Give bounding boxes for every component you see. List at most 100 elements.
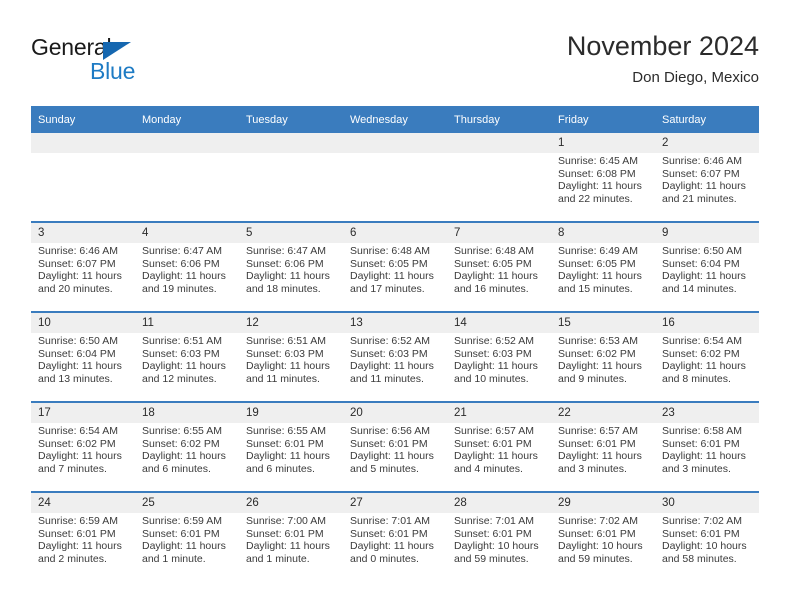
day-sun-info: Sunrise: 6:52 AM Sunset: 6:03 PM Daylight:… [343,333,447,385]
sunrise-time: Sunrise: 6:54 AM [38,425,118,437]
calendar-week-row: 10 Sunrise: 6:50 AM Sunset: 6:04 PM Dayligh… [31,311,759,402]
daylight-duration-line1: Daylight: 11 hours [246,270,330,283]
daylight-duration-line1: Daylight: 11 hours [558,270,642,283]
calendar-day-cell [135,133,239,222]
day-cell[interactable]: 9 Sunrise: 6:50 AM Sunset: 6:04 PM Daylight… [655,223,759,311]
daylight-duration-line1: Daylight: 11 hours [38,450,122,463]
calendar-week-row: 1 Sunrise: 6:45 AM Sunset: 6:08 PM Daylight… [31,133,759,222]
day-sun-info: Sunrise: 7:02 AM Sunset: 6:01 PM Daylight:… [655,513,759,565]
sunset-time: Sunset: 6:08 PM [558,167,636,180]
day-cell[interactable]: 22 Sunrise: 6:57 AM Sunset: 6:01 PM Dayligh… [551,403,655,491]
sunrise-time: Sunrise: 6:51 AM [142,335,222,347]
day-cell[interactable]: 24 Sunrise: 6:59 AM Sunset: 6:01 PM Dayligh… [31,493,135,581]
sunset-time: Sunset: 6:01 PM [350,437,428,450]
daylight-duration-line2: and 59 minutes. [454,552,529,565]
weekday-header-tuesday: Tuesday [239,106,343,133]
day-cell[interactable]: 12 Sunrise: 6:51 AM Sunset: 6:03 PM Dayligh… [239,313,343,401]
sunrise-time: Sunrise: 6:56 AM [350,425,430,437]
day-number: 13 [343,313,447,333]
daylight-duration-line2: and 8 minutes. [662,372,731,385]
day-cell[interactable]: 21 Sunrise: 6:57 AM Sunset: 6:01 PM Dayligh… [447,403,551,491]
page-title: November 2024 [566,31,759,61]
day-cell[interactable]: 26 Sunrise: 7:00 AM Sunset: 6:01 PM Dayligh… [239,493,343,581]
day-number: 26 [239,493,343,513]
day-cell[interactable]: 23 Sunrise: 6:58 AM Sunset: 6:01 PM Dayligh… [655,403,759,491]
sunset-time: Sunset: 6:01 PM [558,437,636,450]
day-cell[interactable]: 8 Sunrise: 6:49 AM Sunset: 6:05 PM Daylight… [551,223,655,311]
daylight-duration-line1: Daylight: 11 hours [38,360,122,373]
sunset-time: Sunset: 6:03 PM [246,347,324,360]
sunset-time: Sunset: 6:02 PM [142,437,220,450]
day-cell[interactable]: 27 Sunrise: 7:01 AM Sunset: 6:01 PM Dayligh… [343,493,447,581]
day-cell[interactable]: 11 Sunrise: 6:51 AM Sunset: 6:03 PM Dayligh… [135,313,239,401]
daylight-duration-line1: Daylight: 11 hours [662,270,746,283]
day-cell[interactable]: 2 Sunrise: 6:46 AM Sunset: 6:07 PM Daylight… [655,133,759,221]
day-sun-info: Sunrise: 6:56 AM Sunset: 6:01 PM Daylight:… [343,423,447,475]
calendar-day-cell: 4 Sunrise: 6:47 AM Sunset: 6:06 PM Daylight… [135,221,239,312]
day-cell[interactable]: 19 Sunrise: 6:55 AM Sunset: 6:01 PM Dayligh… [239,403,343,491]
day-sun-info: Sunrise: 6:51 AM Sunset: 6:03 PM Daylight:… [135,333,239,385]
calendar-day-cell: 29 Sunrise: 7:02 AM Sunset: 6:01 PM Dayligh… [551,491,655,581]
daylight-duration-line1: Daylight: 11 hours [38,270,122,283]
day-cell[interactable]: 25 Sunrise: 6:59 AM Sunset: 6:01 PM Dayligh… [135,493,239,581]
daylight-duration-line2: and 58 minutes. [662,552,737,565]
daylight-duration-line2: and 11 minutes. [350,372,424,385]
calendar-day-cell: 17 Sunrise: 6:54 AM Sunset: 6:02 PM Dayligh… [31,401,135,492]
calendar-day-cell: 11 Sunrise: 6:51 AM Sunset: 6:03 PM Dayligh… [135,311,239,402]
daylight-duration-line1: Daylight: 11 hours [350,540,434,553]
day-cell[interactable]: 14 Sunrise: 6:52 AM Sunset: 6:03 PM Dayligh… [447,313,551,401]
daylight-duration-line2: and 7 minutes. [38,462,107,475]
day-cell[interactable]: 3 Sunrise: 6:46 AM Sunset: 6:07 PM Daylight… [31,223,135,311]
day-sun-info: Sunrise: 6:59 AM Sunset: 6:01 PM Daylight:… [31,513,135,565]
day-cell[interactable]: 7 Sunrise: 6:48 AM Sunset: 6:05 PM Daylight… [447,223,551,311]
calendar-day-cell: 8 Sunrise: 6:49 AM Sunset: 6:05 PM Daylight… [551,221,655,312]
day-number: 7 [447,223,551,243]
day-sun-info: Sunrise: 6:48 AM Sunset: 6:05 PM Daylight:… [343,243,447,295]
day-number: 25 [135,493,239,513]
day-cell[interactable]: 4 Sunrise: 6:47 AM Sunset: 6:06 PM Daylight… [135,223,239,311]
day-cell[interactable]: 1 Sunrise: 6:45 AM Sunset: 6:08 PM Daylight… [551,133,655,221]
daylight-duration-line2: and 18 minutes. [246,282,321,295]
daylight-duration-line2: and 14 minutes. [662,282,737,295]
day-cell[interactable]: 17 Sunrise: 6:54 AM Sunset: 6:02 PM Dayligh… [31,403,135,491]
sunset-time: Sunset: 6:01 PM [662,527,740,540]
day-cell[interactable]: 6 Sunrise: 6:48 AM Sunset: 6:05 PM Daylight… [343,223,447,311]
day-cell[interactable]: 15 Sunrise: 6:53 AM Sunset: 6:02 PM Dayligh… [551,313,655,401]
day-cell[interactable]: 16 Sunrise: 6:54 AM Sunset: 6:02 PM Dayligh… [655,313,759,401]
calendar-day-cell [239,133,343,222]
calendar-body: 1 Sunrise: 6:45 AM Sunset: 6:08 PM Daylight… [31,133,759,581]
day-cell[interactable]: 18 Sunrise: 6:55 AM Sunset: 6:02 PM Dayligh… [135,403,239,491]
day-number: 21 [447,403,551,423]
calendar-day-cell [447,133,551,222]
day-number: 24 [31,493,135,513]
sunset-time: Sunset: 6:01 PM [350,527,428,540]
sunrise-time: Sunrise: 6:55 AM [246,425,326,437]
calendar-week-row: 17 Sunrise: 6:54 AM Sunset: 6:02 PM Dayligh… [31,401,759,492]
calendar-day-cell: 25 Sunrise: 6:59 AM Sunset: 6:01 PM Dayligh… [135,491,239,581]
day-cell[interactable]: 20 Sunrise: 6:56 AM Sunset: 6:01 PM Dayligh… [343,403,447,491]
day-sun-info: Sunrise: 6:54 AM Sunset: 6:02 PM Daylight:… [655,333,759,385]
sunrise-time: Sunrise: 6:50 AM [38,335,118,347]
sunset-time: Sunset: 6:01 PM [246,527,324,540]
day-sun-info: Sunrise: 6:50 AM Sunset: 6:04 PM Daylight:… [31,333,135,385]
sunrise-time: Sunrise: 6:46 AM [38,245,118,257]
day-cell[interactable]: 5 Sunrise: 6:47 AM Sunset: 6:06 PM Daylight… [239,223,343,311]
sunset-time: Sunset: 6:02 PM [662,347,740,360]
daylight-duration-line2: and 59 minutes. [558,552,633,565]
day-number: 8 [551,223,655,243]
day-cell[interactable]: 30 Sunrise: 7:02 AM Sunset: 6:01 PM Dayligh… [655,493,759,581]
sunset-time: Sunset: 6:02 PM [558,347,636,360]
sunrise-time: Sunrise: 6:52 AM [350,335,430,347]
day-cell[interactable]: 13 Sunrise: 6:52 AM Sunset: 6:03 PM Dayligh… [343,313,447,401]
day-cell[interactable]: 28 Sunrise: 7:01 AM Sunset: 6:01 PM Dayligh… [447,493,551,581]
day-cell[interactable]: 10 Sunrise: 6:50 AM Sunset: 6:04 PM Dayligh… [31,313,135,401]
day-sun-info: Sunrise: 7:01 AM Sunset: 6:01 PM Daylight:… [343,513,447,565]
sunset-time: Sunset: 6:01 PM [558,527,636,540]
calendar-day-cell: 18 Sunrise: 6:55 AM Sunset: 6:02 PM Dayligh… [135,401,239,492]
day-cell-empty [31,133,135,221]
calendar-day-cell: 1 Sunrise: 6:45 AM Sunset: 6:08 PM Daylight… [551,133,655,222]
sunrise-time: Sunrise: 6:48 AM [350,245,430,257]
sunrise-time: Sunrise: 7:02 AM [662,515,742,527]
day-cell[interactable]: 29 Sunrise: 7:02 AM Sunset: 6:01 PM Dayligh… [551,493,655,581]
sunrise-time: Sunrise: 6:52 AM [454,335,534,347]
